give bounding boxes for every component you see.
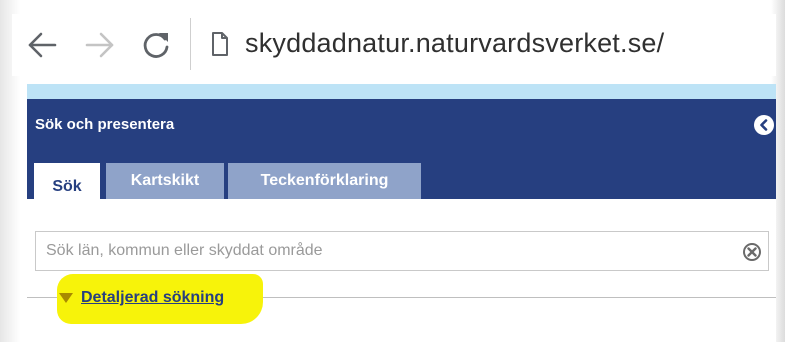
reload-icon	[143, 33, 169, 58]
tab-bar: Sök Kartskikt Teckenförklaring	[27, 151, 776, 211]
clear-search-icon[interactable]	[742, 242, 762, 262]
back-button[interactable]	[22, 14, 62, 76]
panel-title: Sök och presentera	[35, 116, 175, 133]
tab-sok[interactable]: Sök	[34, 163, 100, 211]
triangle-down-icon	[59, 293, 73, 303]
detailed-search-link[interactable]: Detaljerad sökning	[81, 289, 224, 307]
chevron-left-icon	[760, 119, 768, 131]
document-icon	[212, 32, 228, 56]
panel-header: Sök och presentera	[27, 99, 776, 151]
arrow-left-icon	[28, 32, 57, 58]
address-bar[interactable]: skyddadnatur.naturvardsverket.se/	[190, 18, 780, 70]
tab-teckenforklaring[interactable]: Teckenförklaring	[228, 163, 421, 199]
detailed-search-toggle[interactable]: Detaljerad sökning	[59, 286, 224, 310]
top-strip	[27, 84, 776, 99]
browser-toolbar: skyddadnatur.naturvardsverket.se/	[12, 14, 776, 76]
search-box	[35, 231, 769, 271]
arrow-right-icon	[85, 32, 114, 58]
search-input[interactable]	[36, 232, 726, 270]
tab-kartskikt[interactable]: Kartskikt	[106, 163, 224, 199]
url-text[interactable]: skyddadnatur.naturvardsverket.se/	[245, 28, 664, 59]
collapse-panel-button[interactable]	[754, 115, 774, 135]
screenshot-frame: skyddadnatur.naturvardsverket.se/ Sök oc…	[0, 0, 785, 342]
reload-button[interactable]	[136, 14, 176, 76]
map-page: Sök och presentera Sök Kartskikt Teckenf…	[27, 84, 776, 342]
forward-button[interactable]	[80, 14, 120, 76]
